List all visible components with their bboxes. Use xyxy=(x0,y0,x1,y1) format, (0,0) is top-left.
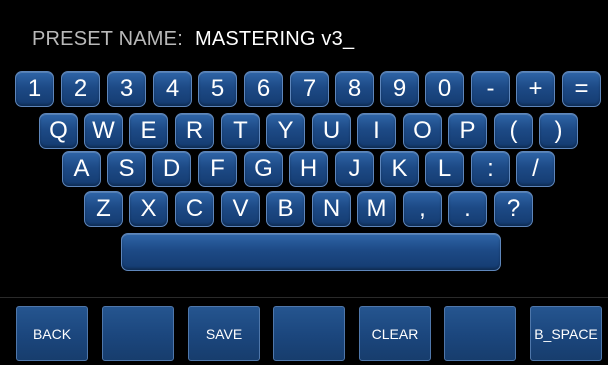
key-equals[interactable]: = xyxy=(562,71,601,107)
key-b[interactable]: B xyxy=(266,191,305,227)
screen: PRESET NAME: MASTERING v3_ 1 2 3 4 5 6 7… xyxy=(0,0,608,365)
key-7[interactable]: 7 xyxy=(290,71,329,107)
key-k[interactable]: K xyxy=(380,151,419,187)
key-comma[interactable]: , xyxy=(403,191,442,227)
key-o[interactable]: O xyxy=(403,113,442,149)
key-r[interactable]: R xyxy=(175,113,214,149)
key-9[interactable]: 9 xyxy=(380,71,419,107)
key-close-paren[interactable]: ) xyxy=(539,113,578,149)
key-2[interactable]: 2 xyxy=(61,71,100,107)
key-8[interactable]: 8 xyxy=(335,71,374,107)
key-4[interactable]: 4 xyxy=(153,71,192,107)
key-p[interactable]: P xyxy=(448,113,487,149)
key-l[interactable]: L xyxy=(425,151,464,187)
key-slash[interactable]: / xyxy=(516,151,555,187)
key-z[interactable]: Z xyxy=(84,191,123,227)
key-colon[interactable]: : xyxy=(471,151,510,187)
key-h[interactable]: H xyxy=(289,151,328,187)
key-t[interactable]: T xyxy=(221,113,260,149)
key-a[interactable]: A xyxy=(62,151,101,187)
key-5[interactable]: 5 xyxy=(198,71,237,107)
key-u[interactable]: U xyxy=(312,113,351,149)
key-plus[interactable]: + xyxy=(516,71,555,107)
key-y[interactable]: Y xyxy=(266,113,305,149)
key-6[interactable]: 6 xyxy=(244,71,283,107)
key-c[interactable]: C xyxy=(175,191,214,227)
soft-key-divider xyxy=(0,297,608,298)
key-question[interactable]: ? xyxy=(494,191,533,227)
key-j[interactable]: J xyxy=(335,151,374,187)
soft-key-blank-3[interactable] xyxy=(444,306,516,361)
key-open-paren[interactable]: ( xyxy=(494,113,533,149)
key-period[interactable]: . xyxy=(448,191,487,227)
space-bar-key[interactable] xyxy=(121,233,501,271)
key-s[interactable]: S xyxy=(107,151,146,187)
key-d[interactable]: D xyxy=(152,151,191,187)
key-minus[interactable]: - xyxy=(471,71,510,107)
key-x[interactable]: X xyxy=(129,191,168,227)
save-button[interactable]: SAVE xyxy=(188,306,260,361)
key-f[interactable]: F xyxy=(198,151,237,187)
key-q[interactable]: Q xyxy=(39,113,78,149)
key-3[interactable]: 3 xyxy=(107,71,146,107)
key-0[interactable]: 0 xyxy=(425,71,464,107)
backspace-button[interactable]: B_SPACE xyxy=(530,306,602,361)
key-e[interactable]: E xyxy=(129,113,168,149)
key-1[interactable]: 1 xyxy=(15,71,54,107)
soft-key-blank-1[interactable] xyxy=(102,306,174,361)
key-v[interactable]: V xyxy=(221,191,260,227)
key-w[interactable]: W xyxy=(84,113,123,149)
key-i[interactable]: I xyxy=(357,113,396,149)
on-screen-keyboard: 1 2 3 4 5 6 7 8 9 0 - + = Q W E R T Y U … xyxy=(0,0,608,300)
back-button[interactable]: BACK xyxy=(16,306,88,361)
clear-button[interactable]: CLEAR xyxy=(359,306,431,361)
key-n[interactable]: N xyxy=(312,191,351,227)
key-g[interactable]: G xyxy=(244,151,283,187)
soft-key-blank-2[interactable] xyxy=(273,306,345,361)
key-m[interactable]: M xyxy=(357,191,396,227)
